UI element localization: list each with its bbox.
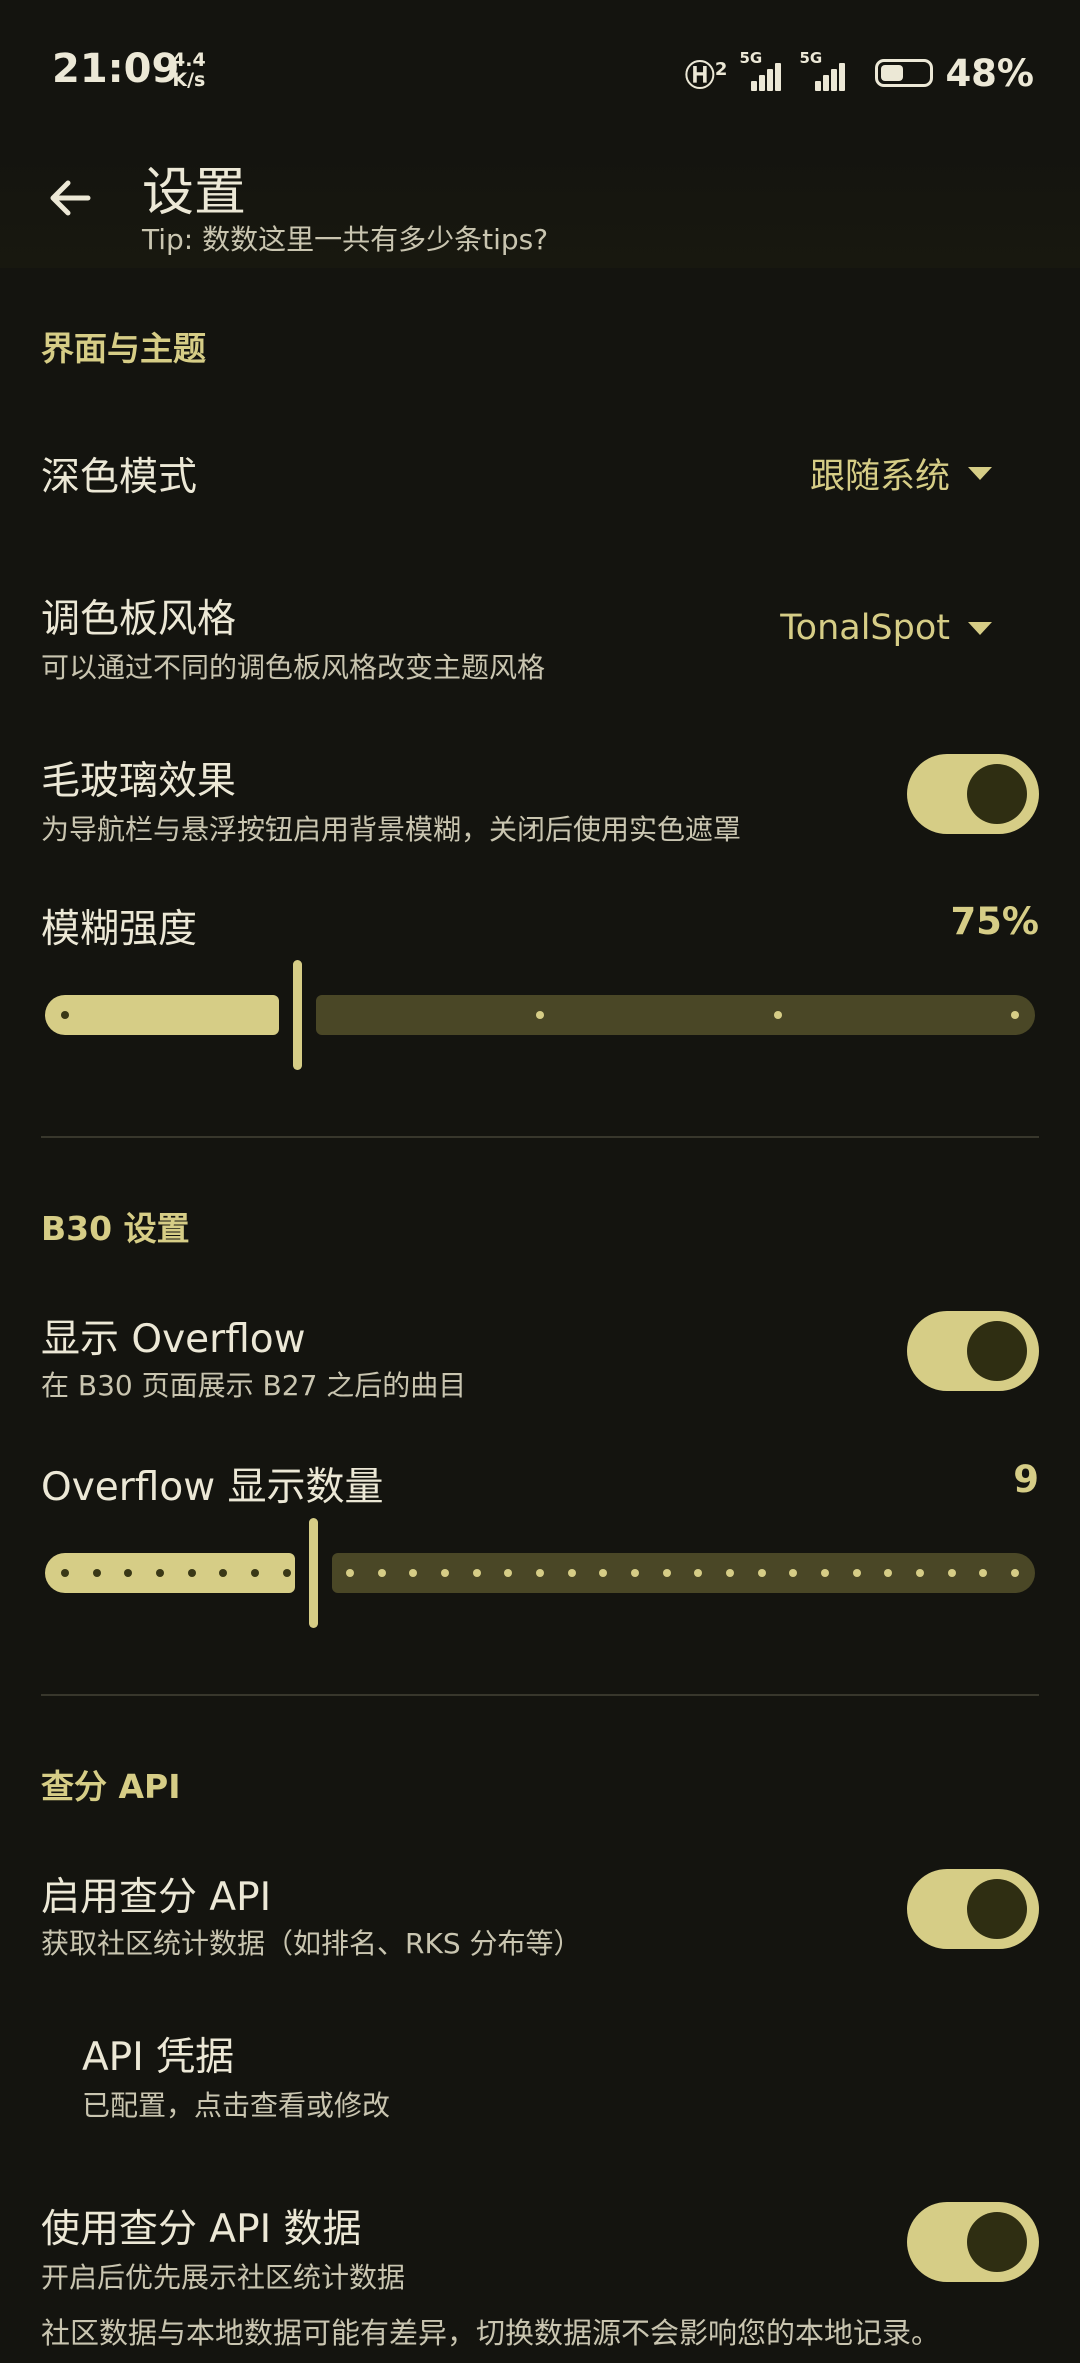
dropdown-arrow-icon — [968, 621, 992, 635]
slider-step-tick — [472, 1569, 481, 1577]
slider-step-tick — [92, 1569, 101, 1577]
toggle-knob — [967, 2212, 1027, 2272]
slider-step-tick — [346, 1569, 354, 1577]
signal-sim2-icon: 5G — [799, 49, 855, 91]
hd-call-icon: Ⓗ2 — [684, 59, 728, 94]
network-speed-unit: K/s — [172, 69, 206, 91]
slider-step-tick — [441, 1569, 449, 1577]
glass-effect-toggle[interactable] — [907, 754, 1039, 834]
slider-active-track — [45, 995, 279, 1035]
battery-percent: 48% — [945, 51, 1034, 95]
slider-step-tick — [61, 1569, 69, 1577]
page-tip: Tip: 数数这里一共有多少条tips? — [142, 223, 549, 256]
network-speed-value: 4.4 — [172, 49, 206, 71]
section-title-api: 查分 API — [41, 1767, 181, 1806]
slider-thumb[interactable] — [309, 1518, 318, 1628]
slider-step-tick — [821, 1569, 829, 1577]
slider-step-tick — [1011, 1011, 1019, 1019]
slider-step-tick — [156, 1569, 164, 1577]
slider-step-tick — [947, 1569, 956, 1577]
slider-step-tick — [631, 1569, 639, 1577]
slider-step-tick — [662, 1569, 671, 1577]
show-overflow-subtitle: 在 B30 页面展示 B27 之后的曲目 — [41, 1369, 467, 1402]
status-time: 21:09 — [52, 46, 180, 92]
show-overflow-title: 显示 Overflow — [41, 1317, 306, 1362]
back-arrow-icon[interactable] — [42, 170, 98, 226]
palette-value: TonalSpot — [780, 608, 950, 648]
section-title-theme: 界面与主题 — [41, 329, 206, 368]
blur-strength-slider[interactable] — [45, 960, 1035, 1070]
slider-step-tick — [282, 1569, 291, 1577]
enable-api-title: 启用查分 API — [41, 1875, 272, 1920]
slider-step-tick — [567, 1569, 576, 1577]
slider-inactive-track — [332, 1553, 1035, 1593]
slider-step-tick — [726, 1569, 734, 1577]
overflow-count-slider[interactable] — [45, 1518, 1035, 1628]
signal-sim1-icon: 5G — [739, 49, 787, 91]
slider-step-tick — [916, 1569, 924, 1577]
slider-step-tick — [251, 1569, 259, 1577]
dark-mode-dropdown[interactable]: 跟随系统 — [810, 448, 992, 499]
palette-title: 调色板风格 — [41, 597, 237, 642]
network-speed: 4.4 K/s — [172, 50, 206, 90]
dropdown-arrow-icon — [968, 467, 992, 480]
glass-effect-subtitle: 为导航栏与悬浮按钮启用背景模糊，关闭后使用实色遮罩 — [41, 813, 742, 846]
slider-step-tick — [852, 1569, 861, 1577]
toggle-knob — [967, 1879, 1027, 1939]
slider-step-tick — [773, 1011, 782, 1019]
slider-inactive-track — [316, 995, 1035, 1035]
use-api-data-subtitle: 开启后优先展示社区统计数据 — [41, 2261, 406, 2294]
dark-mode-title: 深色模式 — [41, 455, 198, 500]
status-bar: 21:09 4.4 K/s Ⓗ2 5G 5G 48% — [0, 0, 1080, 150]
palette-dropdown[interactable]: TonalSpot — [780, 608, 992, 648]
divider — [41, 1136, 1039, 1138]
glass-effect-title: 毛玻璃效果 — [41, 759, 237, 804]
enable-api-toggle[interactable] — [907, 1869, 1039, 1949]
slider-step-tick — [536, 1569, 544, 1577]
slider-step-tick — [377, 1569, 386, 1577]
status-icons: Ⓗ2 5G 5G 48% — [685, 48, 1034, 98]
use-api-data-title: 使用查分 API 数据 — [41, 2207, 362, 2252]
overflow-count-value: 9 — [1013, 1458, 1039, 1501]
blur-strength-title: 模糊强度 — [41, 907, 198, 952]
slider-step-tick — [1011, 1569, 1019, 1577]
slider-step-tick — [61, 1011, 69, 1019]
battery-icon — [875, 59, 934, 87]
slider-step-tick — [187, 1569, 196, 1577]
api-credentials-subtitle: 已配置，点击查看或修改 — [82, 2089, 391, 2122]
app-header: 设置 Tip: 数数这里一共有多少条tips? — [0, 150, 1080, 268]
data-source-note: 社区数据与本地数据可能有差异，切换数据源不会影响您的本地记录。 — [41, 2316, 941, 2350]
dark-mode-value: 跟随系统 — [809, 457, 950, 497]
toggle-knob — [967, 764, 1027, 824]
page-title: 设置 — [142, 163, 247, 223]
api-credentials-title: API 凭据 — [82, 2035, 235, 2080]
slider-thumb[interactable] — [293, 960, 302, 1070]
slider-step-tick — [536, 1011, 544, 1019]
blur-strength-value: 75% — [950, 900, 1039, 943]
divider — [41, 1694, 1039, 1696]
section-title-b30: B30 设置 — [41, 1209, 190, 1248]
sim1-label: 5G — [739, 49, 763, 67]
show-overflow-toggle[interactable] — [907, 1311, 1039, 1391]
use-api-data-toggle[interactable] — [907, 2202, 1039, 2282]
toggle-knob — [967, 1321, 1027, 1381]
overflow-count-title: Overflow 显示数量 — [41, 1465, 384, 1510]
hd-call-label: 2 — [714, 59, 728, 80]
sim2-label: 5G — [799, 49, 823, 67]
enable-api-subtitle: 获取社区统计数据（如排名、RKS 分布等） — [41, 1927, 582, 1960]
palette-subtitle: 可以通过不同的调色板风格改变主题风格 — [41, 651, 546, 684]
slider-step-tick — [757, 1569, 766, 1577]
battery-fill — [881, 65, 904, 81]
